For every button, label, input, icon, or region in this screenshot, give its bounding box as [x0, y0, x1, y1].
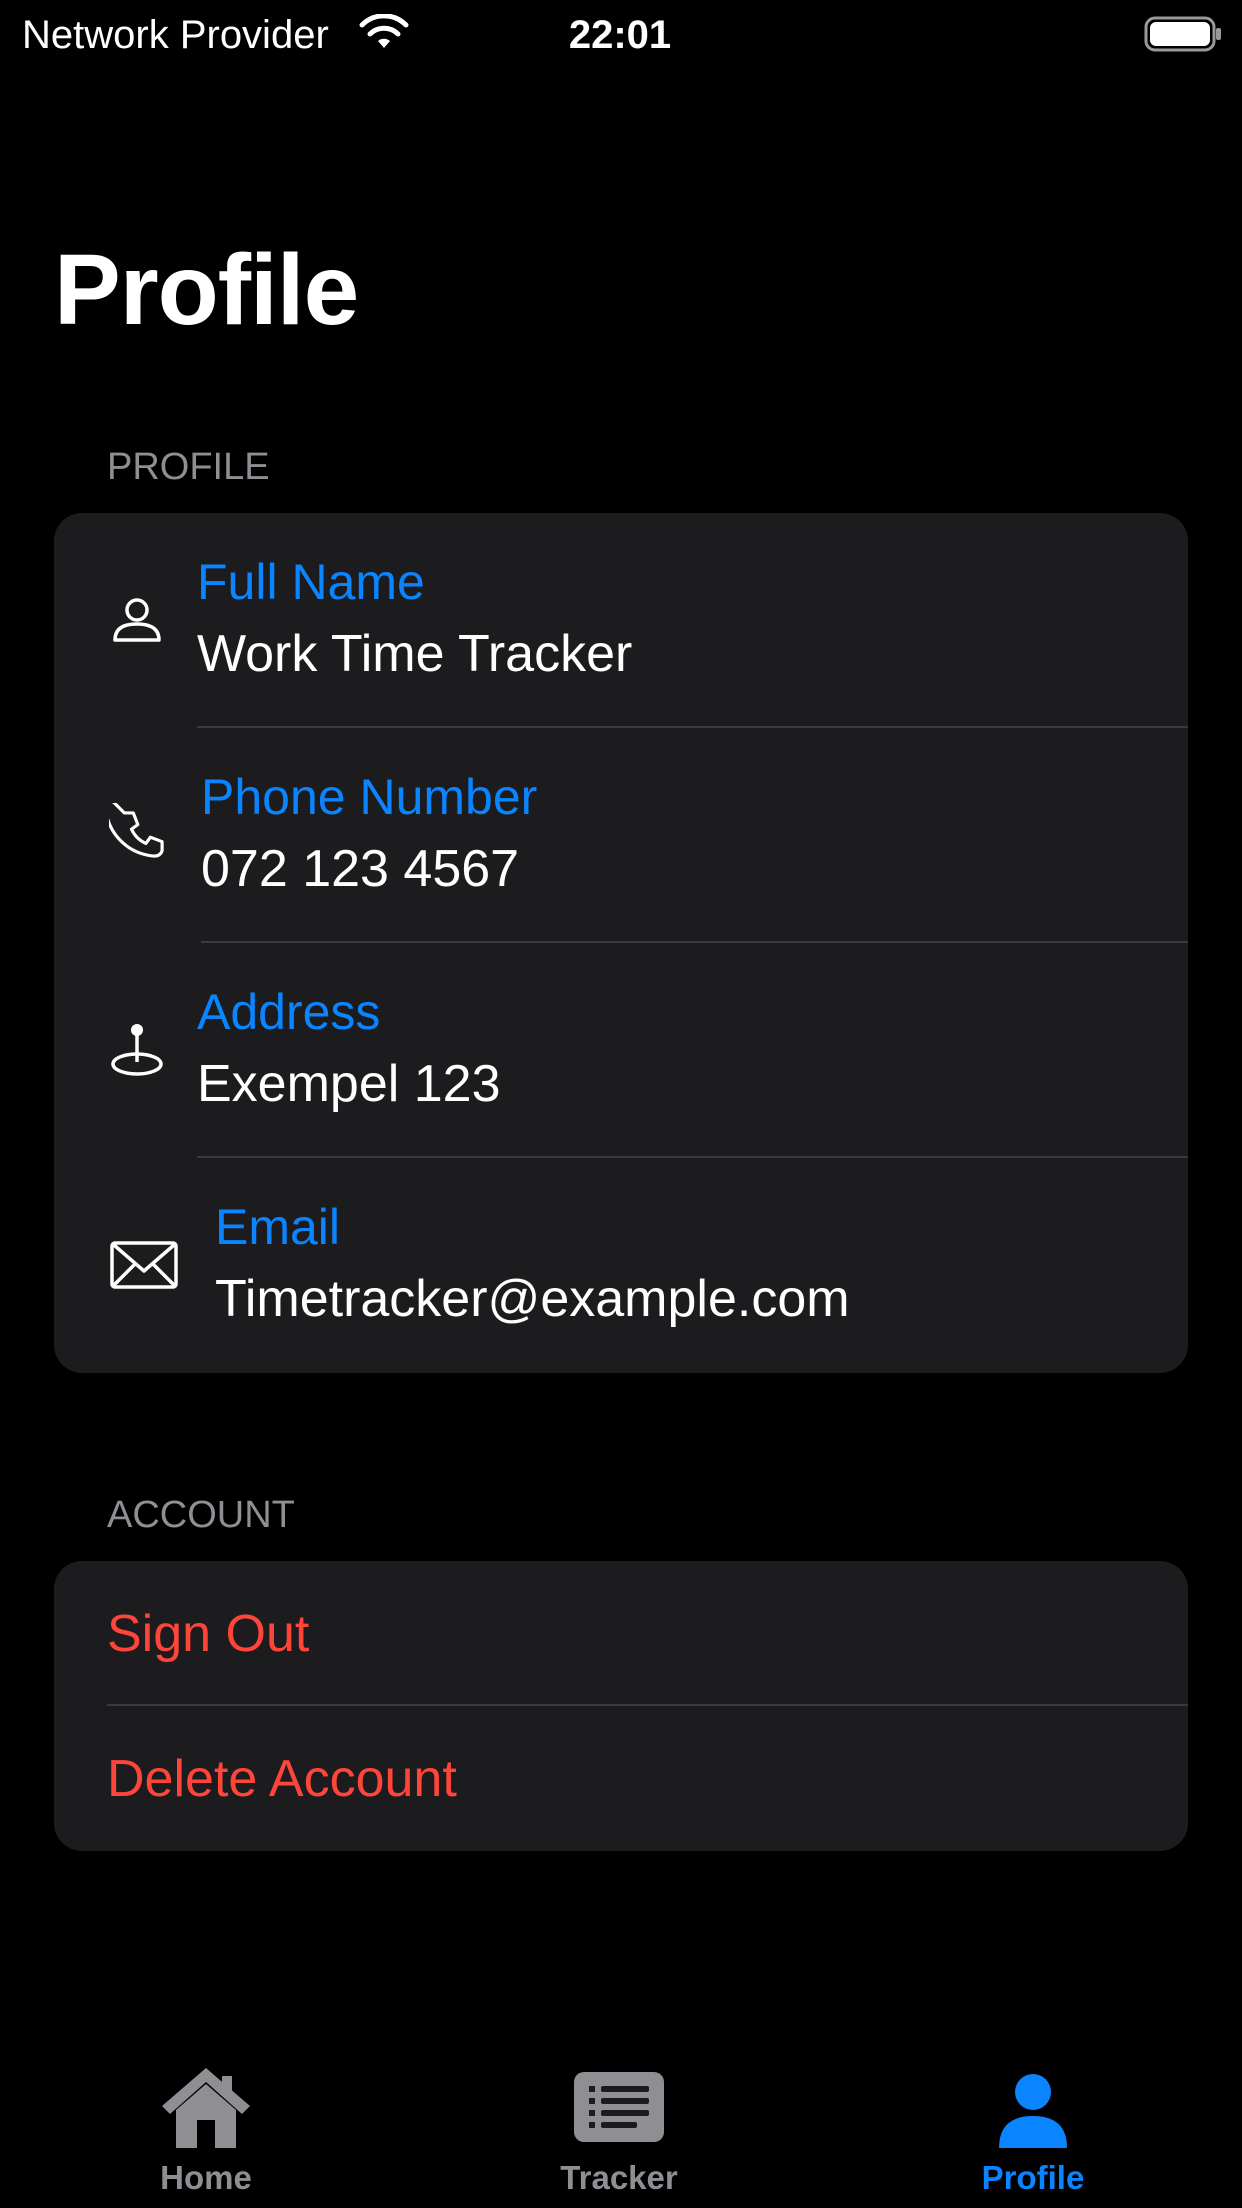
profile-card: Full Name Work Time Tracker Phone Number… [54, 513, 1188, 1373]
person-fill-icon [983, 2062, 1083, 2152]
phone-icon [103, 797, 173, 867]
battery-icon [1144, 14, 1224, 54]
status-bar: Network Provider 22:01 [0, 0, 1242, 70]
page-title: Profile [54, 234, 359, 346]
address-row[interactable]: Address Exempel 123 [54, 943, 1188, 1158]
envelope-icon [109, 1233, 181, 1297]
account-card: Sign Out Delete Account [54, 1561, 1188, 1851]
sign-out-button[interactable]: Sign Out [54, 1561, 1188, 1706]
phone-number-row[interactable]: Phone Number 072 123 4567 [54, 728, 1188, 943]
status-time: 22:01 [568, 13, 672, 57]
person-icon [109, 588, 173, 652]
list-icon [569, 2062, 669, 2152]
delete-account-label: Delete Account [107, 1750, 457, 1808]
phone-number-label: Phone Number [201, 769, 538, 825]
tab-tracker-label: Tracker [560, 2159, 678, 2196]
full-name-value: Work Time Tracker [197, 625, 633, 683]
sign-out-label: Sign Out [107, 1605, 310, 1663]
carrier-name: Network Provider [22, 13, 329, 57]
tab-home-label: Home [160, 2159, 252, 2196]
account-section-header: ACCOUNT [107, 1494, 295, 1536]
tab-profile[interactable]: Profile [883, 2040, 1183, 2208]
email-value: Timetracker@example.com [215, 1270, 850, 1328]
full-name-row[interactable]: Full Name Work Time Tracker [54, 513, 1188, 728]
tab-profile-label: Profile [981, 2159, 1085, 2196]
profile-section-header: PROFILE [107, 446, 270, 488]
address-label: Address [197, 984, 381, 1040]
wifi-icon [359, 13, 409, 54]
tab-tracker[interactable]: Tracker [469, 2040, 769, 2208]
address-value: Exempel 123 [197, 1055, 501, 1113]
full-name-label: Full Name [197, 554, 425, 610]
phone-number-value: 072 123 4567 [201, 840, 520, 898]
house-icon [156, 2062, 256, 2152]
delete-account-button[interactable]: Delete Account [54, 1706, 1188, 1851]
tab-bar: Home Tracker Profile [0, 2040, 1242, 2208]
email-label: Email [215, 1199, 341, 1255]
tab-home[interactable]: Home [56, 2040, 356, 2208]
location-pin-icon [109, 1018, 173, 1082]
email-row[interactable]: Email Timetracker@example.com [54, 1158, 1188, 1373]
